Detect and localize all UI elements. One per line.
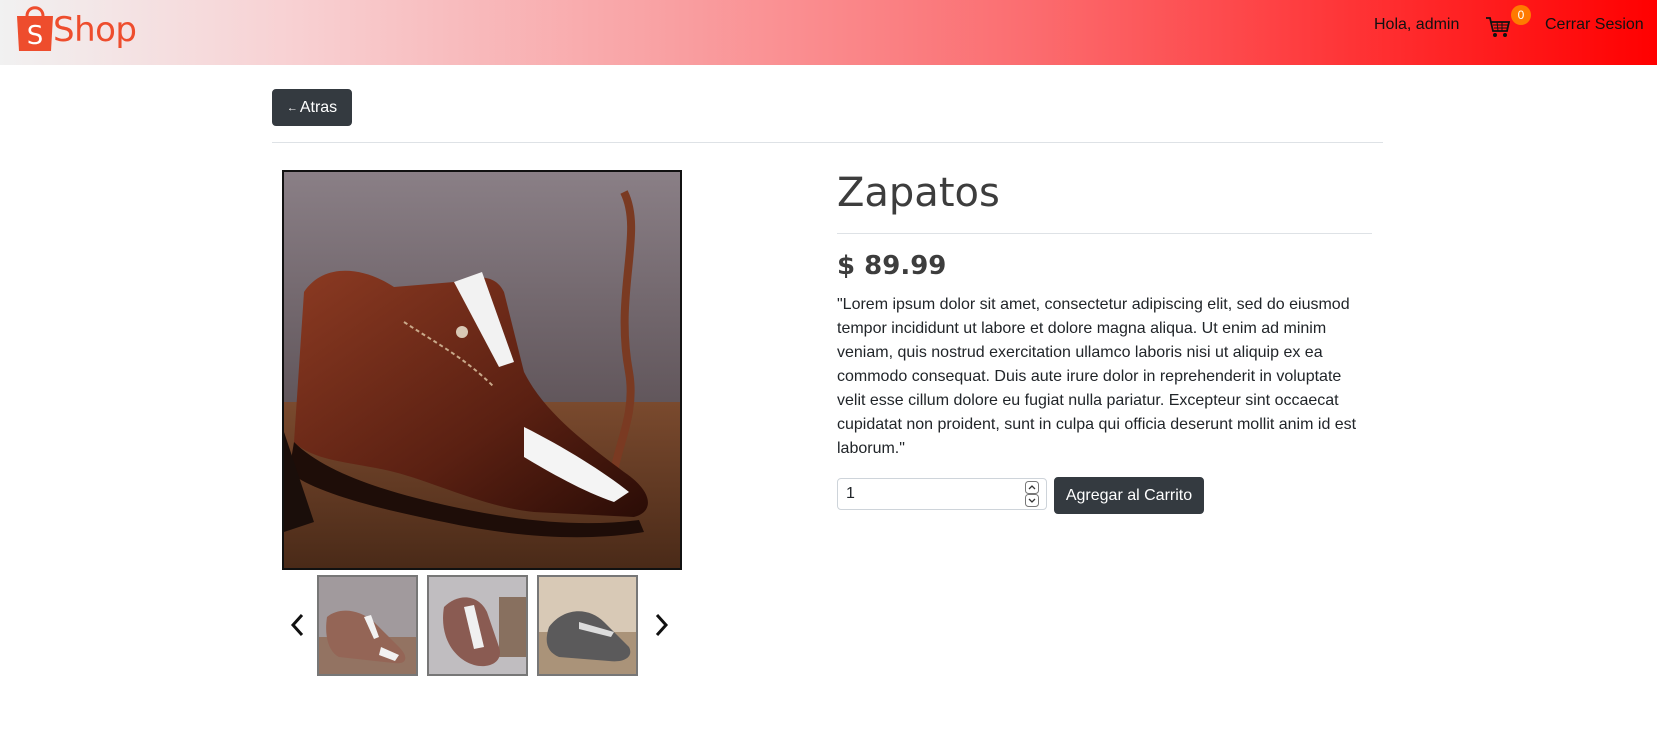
product-description: "Lorem ipsum dolor sit amet, consectetur… [837, 296, 1357, 457]
quantity-stepper[interactable] [1025, 481, 1039, 507]
product-main-image [282, 170, 682, 570]
product-title: Zapatos [837, 170, 1000, 216]
add-to-cart-button[interactable]: Agregar al Carrito [1054, 477, 1204, 514]
brand-logo[interactable]: S [15, 0, 55, 52]
product-thumbnail[interactable] [537, 575, 638, 676]
user-greeting: Hola, admin [1374, 16, 1460, 33]
back-button-label: Atras [299, 98, 338, 116]
chevron-left-icon[interactable] [288, 612, 308, 638]
shopping-cart-icon[interactable] [1485, 14, 1511, 40]
svg-text:S: S [27, 21, 44, 51]
chevron-right-icon[interactable] [651, 612, 671, 638]
quantity-input[interactable] [837, 478, 1047, 510]
logout-link[interactable]: Cerrar Sesion [1545, 16, 1644, 34]
product-thumbnail[interactable] [427, 575, 528, 676]
product-thumbnail[interactable] [317, 575, 418, 676]
title-divider [837, 233, 1372, 234]
back-button[interactable]: ← Atras [272, 89, 352, 126]
brand-name[interactable]: Shop [53, 10, 137, 50]
section-divider [272, 142, 1383, 143]
top-navbar: S Shop Hola, admin 0 Cerrar Sesion [0, 0, 1657, 65]
cart-count-badge: 0 [1511, 5, 1531, 25]
left-arrow-icon: ← [286, 101, 298, 114]
shopping-bag-icon: S [17, 6, 53, 51]
product-price: $ 89.99 [837, 251, 947, 281]
